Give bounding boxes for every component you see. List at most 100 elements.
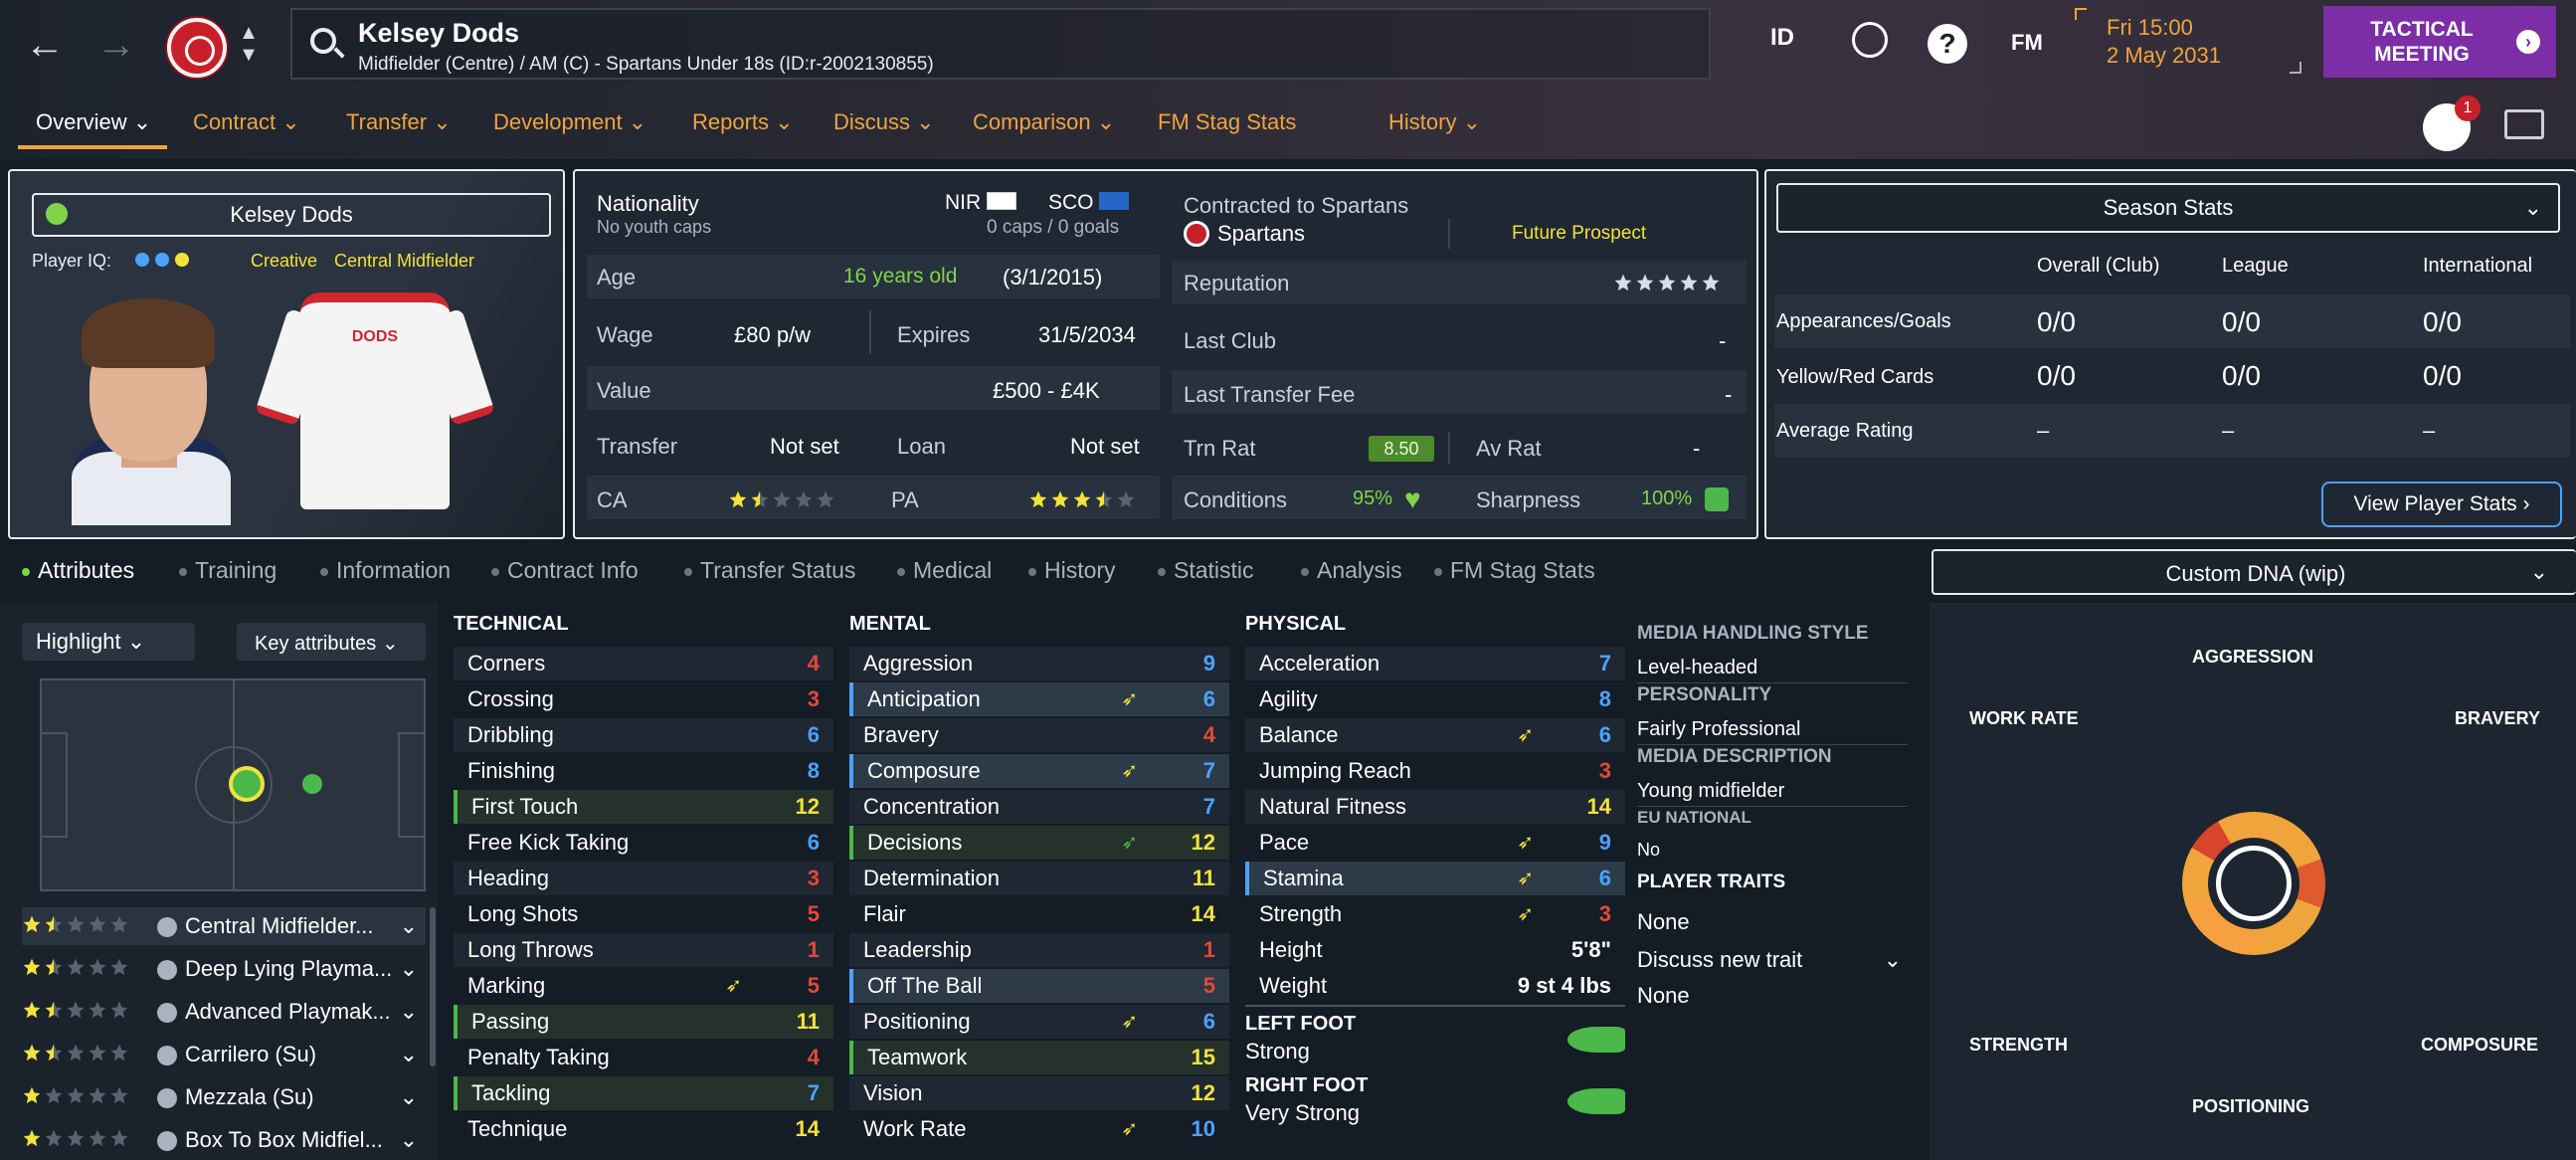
mental-attr-row[interactable]: Decisions 12 ➶ [849, 826, 1229, 860]
attr-name: Jumping Reach [1259, 758, 1411, 783]
age-value: 16 years old [843, 265, 958, 288]
physical-attr-row[interactable]: Agility 8 [1245, 682, 1625, 716]
technical-attr-row[interactable]: Free Kick Taking 6 [454, 826, 833, 860]
highlight-dropdown[interactable]: Highlight ⌄ [22, 623, 195, 661]
mental-attr-row[interactable]: Positioning 6 ➶ [849, 1005, 1229, 1039]
technical-attr-row[interactable]: Tackling 7 [454, 1076, 833, 1110]
dna-aggression: AGGRESSION [2192, 647, 2314, 667]
physical-attr-row[interactable]: Stamina 6 ➶ [1245, 862, 1625, 895]
role-list-scrollbar[interactable] [430, 907, 436, 1066]
mental-attr-row[interactable]: Anticipation 6 ➶ [849, 682, 1229, 716]
col-international: International [2423, 255, 2533, 277]
technical-attr-row[interactable]: Corners 4 [454, 647, 833, 680]
conditions-label: Conditions [1184, 487, 1287, 512]
physical-attr-row[interactable]: Acceleration 7 [1245, 647, 1625, 680]
menu-contract[interactable]: Contract ⌄ [193, 109, 300, 135]
attr-name: Balance [1259, 722, 1339, 747]
physical-attr-row[interactable]: Natural Fitness 14 [1245, 790, 1625, 824]
role-item[interactable]: Deep Lying Playma... ⌄ [22, 950, 426, 988]
forward-arrow-icon[interactable]: → [92, 20, 141, 70]
technical-attr-row[interactable]: Long Shots 5 [454, 897, 833, 931]
fm-button[interactable]: FM [2011, 30, 2043, 56]
help-icon[interactable]: ? [1928, 24, 1967, 64]
custom-dna-dropdown[interactable]: Custom DNA (wip) ⌄ [1932, 549, 2576, 595]
tab-contract-info[interactable]: Contract Info [491, 557, 639, 584]
technical-attr-row[interactable]: Crossing 3 [454, 682, 833, 716]
role-item[interactable]: Central Midfielder... ⌄ [22, 907, 426, 945]
club-crest-icon[interactable] [167, 18, 227, 78]
search-icon[interactable] [310, 28, 336, 54]
mental-attr-row[interactable]: Teamwork 15 [849, 1041, 1229, 1074]
role-item[interactable]: Mezzala (Su) ⌄ [22, 1078, 426, 1116]
sharpness-icon [1705, 487, 1729, 511]
menu-comparison[interactable]: Comparison ⌄ [973, 109, 1115, 135]
eu-value: No [1637, 840, 1661, 860]
tab-history[interactable]: History [1028, 557, 1116, 584]
tab-transfer-status[interactable]: Transfer Status [684, 557, 855, 584]
left-foot-label: LEFT FOOT [1245, 1013, 1357, 1035]
discuss-trait-dropdown[interactable]: Discuss new trait ⌄ [1637, 947, 1908, 973]
physical-attr-row[interactable]: Jumping Reach 3 [1245, 754, 1625, 788]
menu-overview[interactable]: Overview ⌄ [36, 109, 151, 135]
mental-attr-row[interactable]: Determination 11 [849, 862, 1229, 895]
tab-statistic[interactable]: Statistic [1158, 557, 1254, 584]
technical-attr-row[interactable]: Heading 3 [454, 862, 833, 895]
technical-attr-row[interactable]: Passing 11 [454, 1005, 833, 1039]
tab-analysis[interactable]: Analysis [1301, 557, 1402, 584]
mental-attr-row[interactable]: Leadership 1 [849, 933, 1229, 967]
date-corner-decoration-2 [2290, 62, 2301, 74]
technical-attr-row[interactable]: Long Throws 1 [454, 933, 833, 967]
mental-attr-row[interactable]: Composure 7 ➶ [849, 754, 1229, 788]
tab-information[interactable]: Information [320, 557, 451, 584]
technical-attr-row[interactable]: First Touch 12 [454, 790, 833, 824]
role-item[interactable]: Carrilero (Su) ⌄ [22, 1036, 426, 1073]
rating-label: Average Rating [1776, 420, 1914, 442]
player-search-bar[interactable]: Kelsey Dods Midfielder (Centre) / AM (C)… [290, 8, 1711, 80]
mental-attr-row[interactable]: Work Rate 10 ➶ [849, 1112, 1229, 1146]
attr-name: Tackling [471, 1080, 551, 1105]
mental-attr-row[interactable]: Concentration 7 [849, 790, 1229, 824]
globe-icon[interactable] [1852, 22, 1888, 58]
tab-fm-stag-stats[interactable]: FM Stag Stats [1434, 557, 1595, 584]
attr-value: 1 [807, 937, 820, 962]
attr-value: 6 [1598, 722, 1611, 747]
tactical-meeting-button[interactable]: TACTICAL MEETING › [2323, 6, 2556, 78]
datetime-display[interactable]: Fri 15:00 2 May 2031 [2099, 14, 2221, 70]
date-label: 2 May 2031 [2107, 43, 2221, 68]
player-switch-icon[interactable]: ▲ ▼ [237, 22, 261, 66]
display-monitor-icon[interactable] [2504, 109, 2544, 139]
divider [1448, 432, 1450, 464]
view-player-stats-button[interactable]: View Player Stats › [2321, 482, 2562, 527]
menu-reports[interactable]: Reports ⌄ [692, 109, 794, 135]
mental-attr-row[interactable]: Off The Ball 5 [849, 969, 1229, 1003]
key-attributes-dropdown[interactable]: Key attributes ⌄ [237, 623, 426, 661]
menu-discuss[interactable]: Discuss ⌄ [833, 109, 935, 135]
menu-history[interactable]: History ⌄ [1388, 109, 1481, 135]
technical-attr-row[interactable]: Technique 14 [454, 1112, 833, 1146]
mental-attr-row[interactable]: Bravery 4 [849, 718, 1229, 752]
personality-value: Fairly Professional [1637, 718, 1801, 740]
technical-attr-row[interactable]: Penalty Taking 4 [454, 1041, 833, 1074]
tab-attributes[interactable]: Attributes [22, 557, 134, 584]
tab-training[interactable]: Training [179, 557, 276, 584]
mental-attr-row[interactable]: Flair 14 [849, 897, 1229, 931]
menu-development[interactable]: Development ⌄ [493, 109, 646, 135]
tab-medical[interactable]: Medical [897, 557, 992, 584]
back-arrow-icon[interactable]: ← [20, 20, 70, 70]
role-item[interactable]: Advanced Playmak... ⌄ [22, 993, 426, 1031]
physical-attr-row[interactable]: Balance 6 ➶ [1245, 718, 1625, 752]
technical-attr-row[interactable]: Marking 5 ➶ [454, 969, 833, 1003]
menu-transfer[interactable]: Transfer ⌄ [346, 109, 452, 135]
physical-attr-row[interactable]: Pace 9 ➶ [1245, 826, 1625, 860]
id-button[interactable]: ID [1770, 24, 1794, 52]
season-stats-dropdown[interactable]: Season Stats ⌄ [1776, 183, 2560, 233]
mental-attr-row[interactable]: Aggression 9 [849, 647, 1229, 680]
technical-attr-row[interactable]: Dribbling 6 [454, 718, 833, 752]
chevron-down-icon: ⌄ [399, 956, 418, 981]
attr-name: Teamwork [867, 1045, 968, 1069]
mental-attr-row[interactable]: Vision 12 [849, 1076, 1229, 1110]
menu-fm-stag-stats[interactable]: FM Stag Stats [1158, 109, 1296, 135]
physical-attr-row[interactable]: Strength 3 ➶ [1245, 897, 1625, 931]
role-item[interactable]: Box To Box Midfiel... ⌄ [22, 1121, 426, 1159]
technical-attr-row[interactable]: Finishing 8 [454, 754, 833, 788]
